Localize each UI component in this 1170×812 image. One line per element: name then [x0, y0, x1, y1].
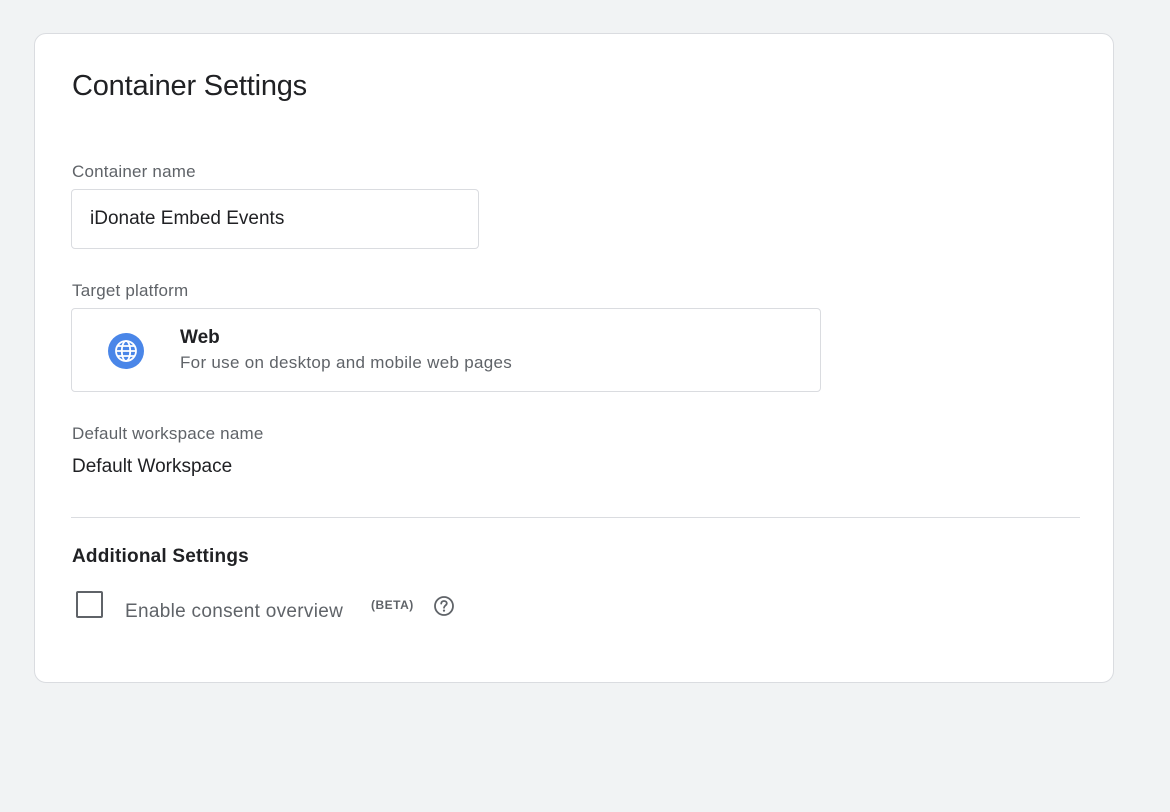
section-divider	[71, 517, 1080, 518]
workspace-value: Default Workspace	[72, 456, 233, 477]
additional-settings-title: Additional Settings	[72, 546, 249, 567]
container-settings-card: Container Settings Container name Target…	[34, 33, 1114, 683]
container-name-input[interactable]	[71, 189, 479, 249]
target-platform-label: Target platform	[72, 281, 189, 300]
consent-overview-label[interactable]: Enable consent overview	[125, 600, 343, 624]
workspace-label: Default workspace name	[72, 424, 264, 443]
help-circle-icon[interactable]	[433, 595, 455, 617]
target-platform-option-web[interactable]: Web For use on desktop and mobile web pa…	[71, 308, 821, 392]
consent-overview-checkbox[interactable]	[76, 591, 103, 618]
beta-badge: (BETA)	[371, 598, 414, 612]
container-name-label: Container name	[72, 162, 196, 181]
page-title: Container Settings	[72, 70, 307, 102]
platform-name: Web	[180, 327, 220, 348]
platform-description: For use on desktop and mobile web pages	[180, 353, 513, 372]
globe-icon	[108, 333, 144, 369]
